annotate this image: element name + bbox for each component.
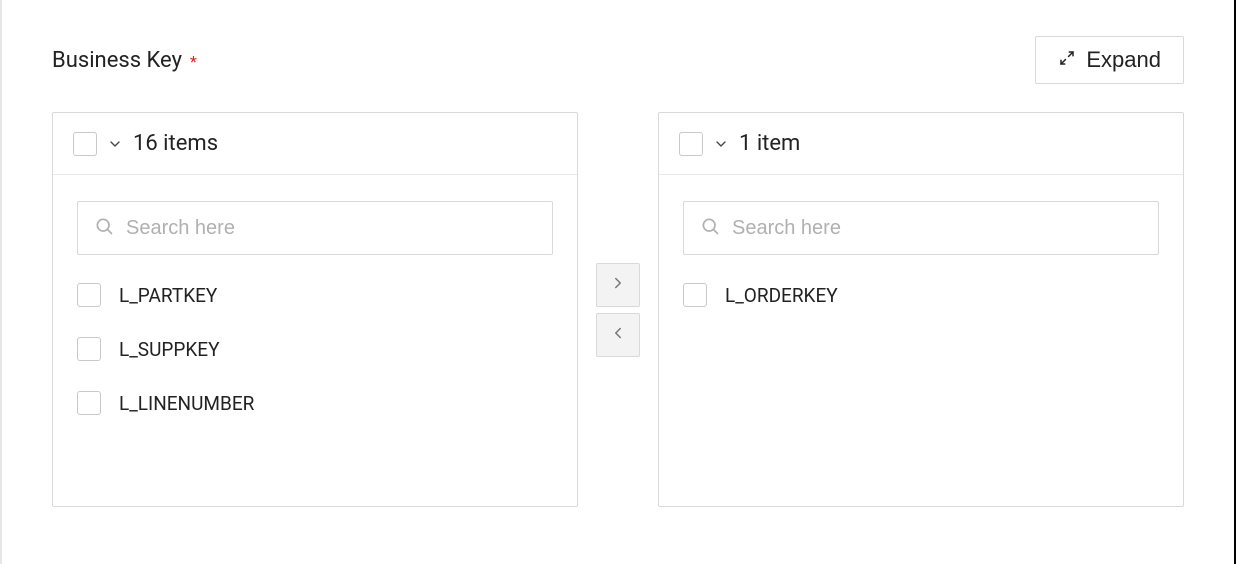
transfer-buttons: [596, 263, 640, 357]
item-label: L_LINENUMBER: [119, 392, 254, 415]
selected-search-box[interactable]: [683, 201, 1159, 255]
search-icon: [700, 216, 720, 240]
item-checkbox[interactable]: [77, 283, 101, 307]
field-label: Business Key *: [52, 48, 197, 73]
list-item[interactable]: L_SUPPKEY: [77, 337, 553, 361]
select-all-available-checkbox[interactable]: [73, 132, 97, 156]
list-item[interactable]: L_ORDERKEY: [683, 283, 1159, 307]
selected-count-label: 1 item: [739, 131, 800, 156]
available-count-label: 16 items: [133, 131, 218, 156]
item-label: L_ORDERKEY: [725, 284, 838, 307]
chevron-right-icon: [609, 274, 627, 295]
chevron-left-icon: [609, 324, 627, 345]
list-item[interactable]: L_LINENUMBER: [77, 391, 553, 415]
available-item-list: L_PARTKEY L_SUPPKEY L_LINENUMBER: [77, 283, 553, 415]
available-search-input[interactable]: [126, 217, 536, 240]
item-label: L_PARTKEY: [119, 284, 217, 307]
expand-icon: [1058, 47, 1076, 73]
selected-item-list: L_ORDERKEY: [683, 283, 1159, 307]
chevron-down-icon[interactable]: [713, 136, 729, 152]
available-panel: 16 items L_PARTKEY L_SUPP: [52, 112, 578, 507]
item-checkbox[interactable]: [683, 283, 707, 307]
item-checkbox[interactable]: [77, 391, 101, 415]
search-icon: [94, 216, 114, 240]
available-panel-header: 16 items: [53, 113, 577, 175]
business-key-label: Business Key: [52, 48, 182, 73]
selected-search-input[interactable]: [732, 217, 1142, 240]
select-all-selected-checkbox[interactable]: [679, 132, 703, 156]
selected-panel: 1 item L_ORDERKEY: [658, 112, 1184, 507]
selected-panel-header: 1 item: [659, 113, 1183, 175]
transfer-container: 16 items L_PARTKEY L_SUPP: [52, 112, 1184, 507]
expand-button[interactable]: Expand: [1035, 36, 1184, 84]
item-checkbox[interactable]: [77, 337, 101, 361]
expand-label: Expand: [1086, 47, 1161, 73]
move-right-button[interactable]: [596, 263, 640, 307]
move-left-button[interactable]: [596, 313, 640, 357]
list-item[interactable]: L_PARTKEY: [77, 283, 553, 307]
item-label: L_SUPPKEY: [119, 338, 220, 361]
required-indicator: *: [190, 52, 197, 71]
available-search-box[interactable]: [77, 201, 553, 255]
chevron-down-icon[interactable]: [107, 136, 123, 152]
